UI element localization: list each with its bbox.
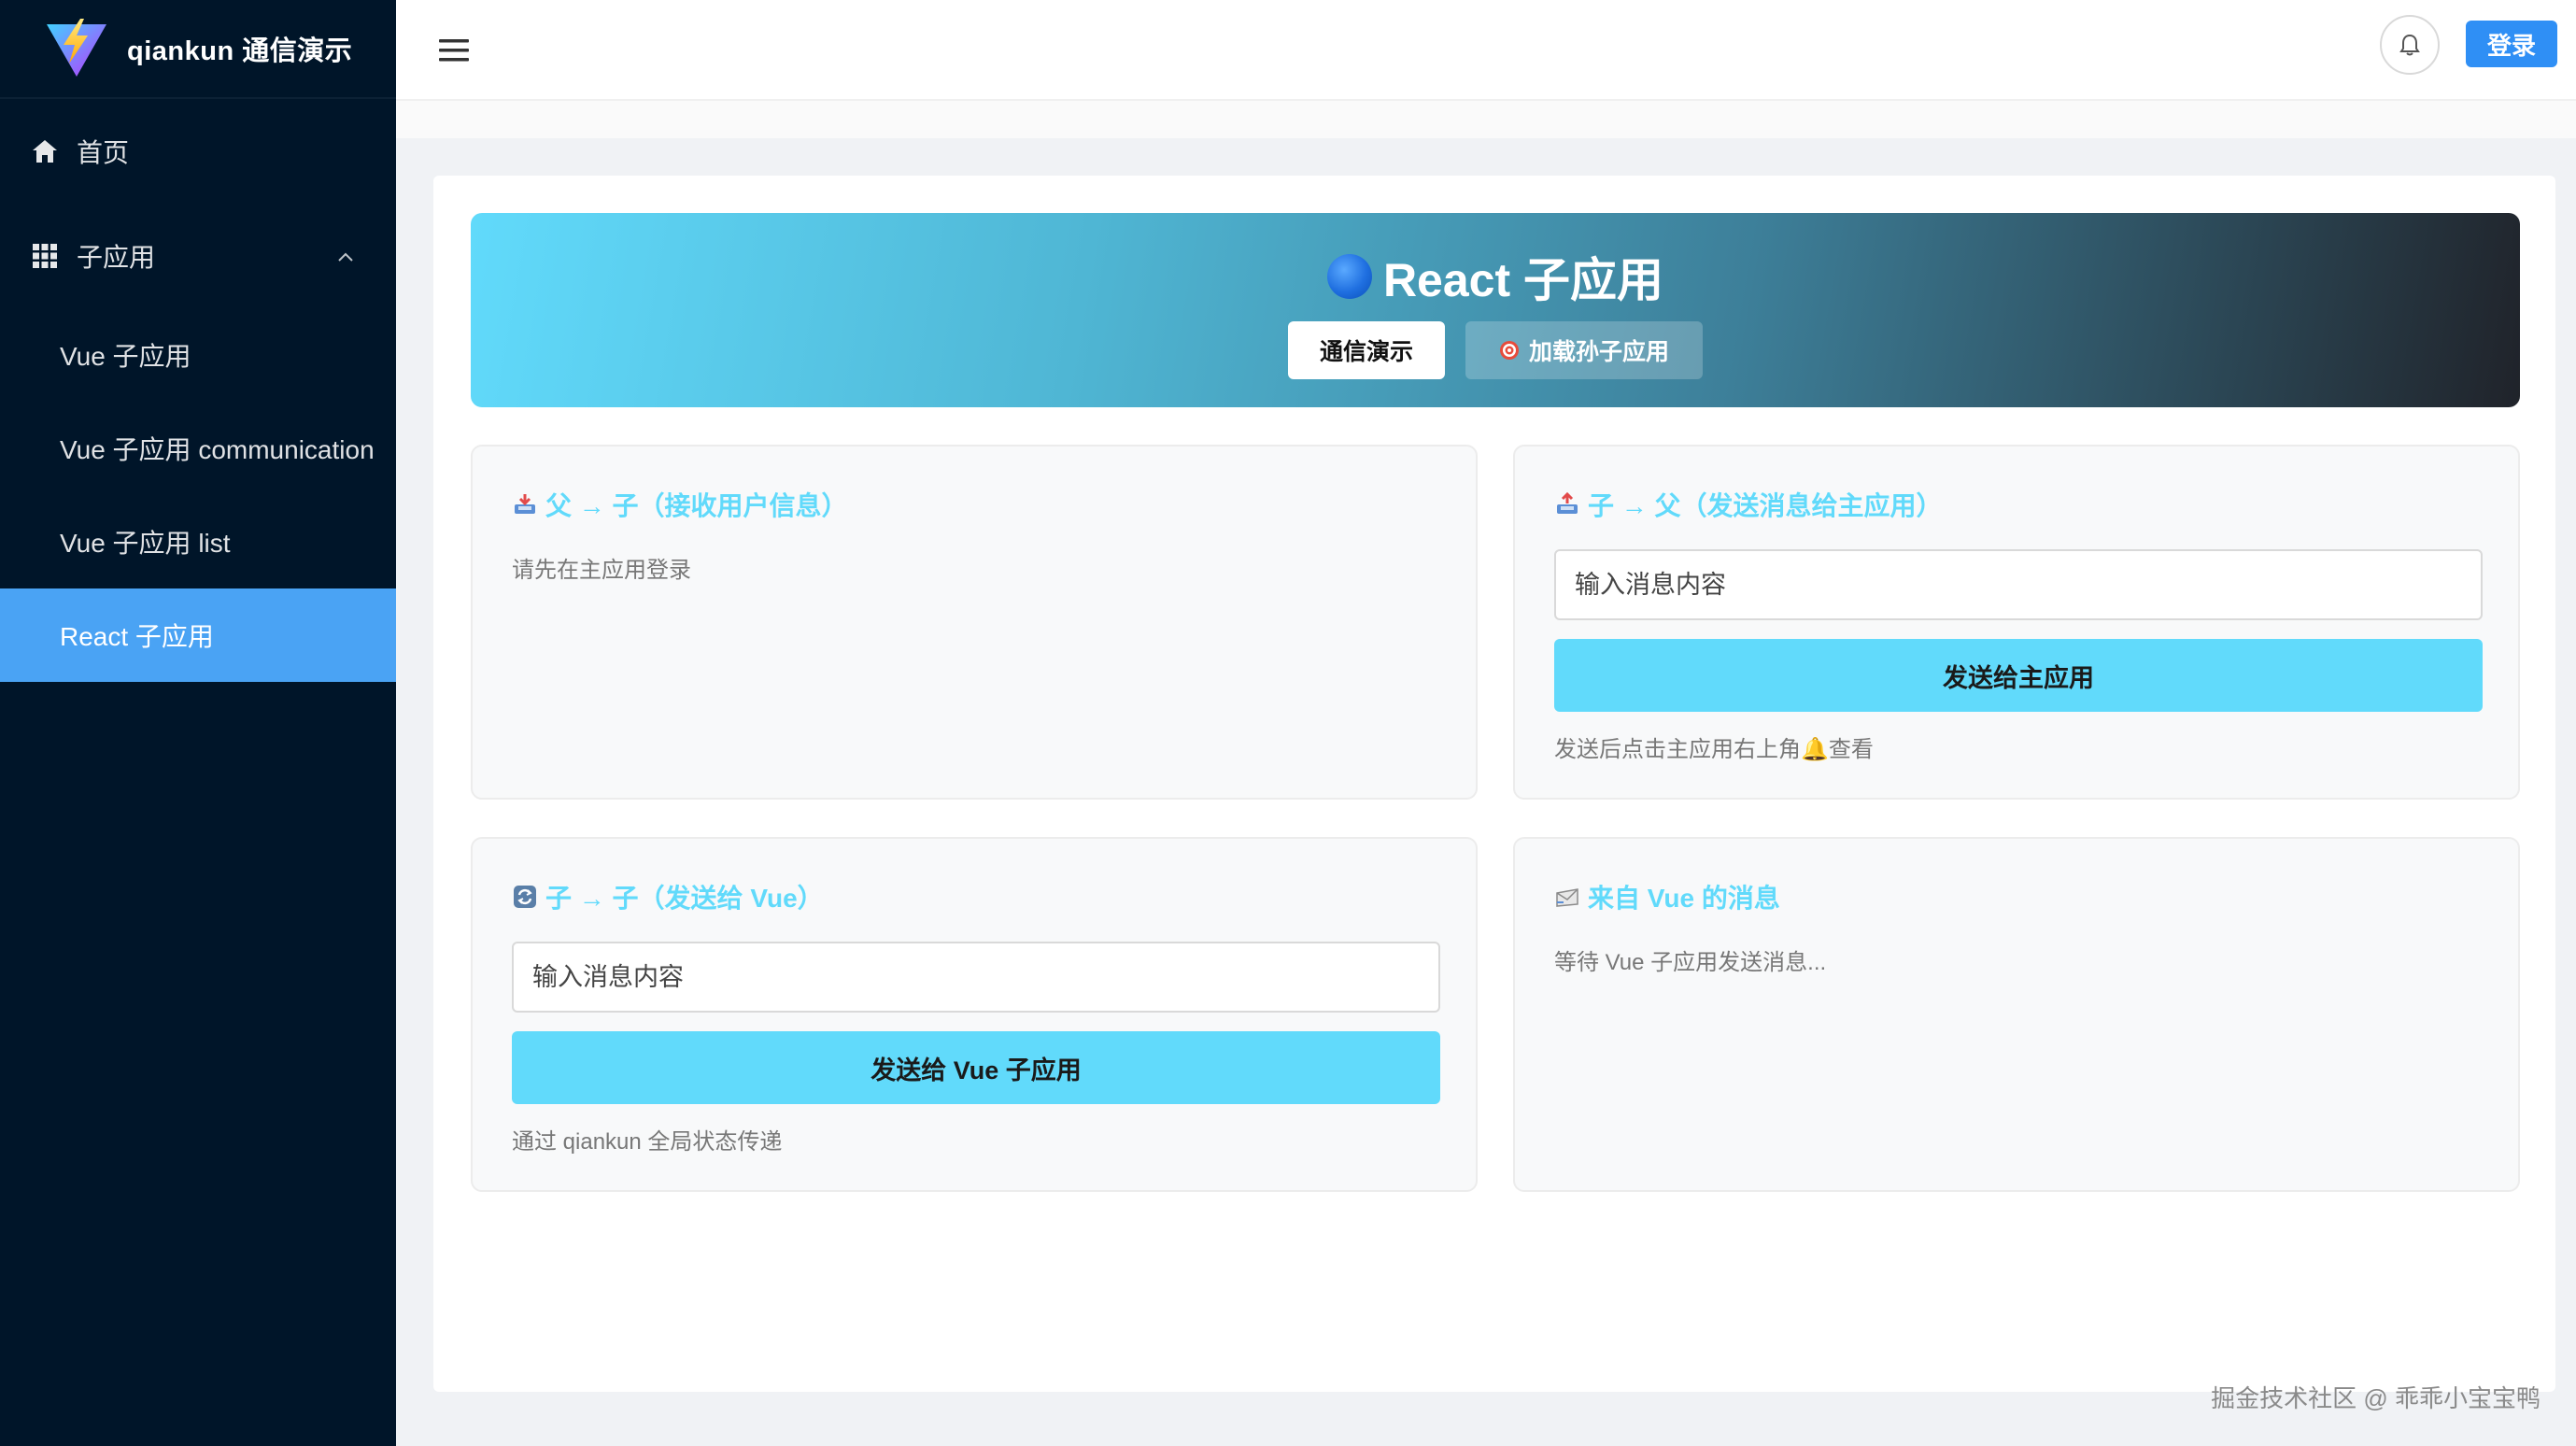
send-to-vue-button[interactable]: 发送给 Vue 子应用 [512,1031,1440,1104]
sidebar-item-vue-communication[interactable]: Vue 子应用 communication [0,402,396,495]
card-child-to-child: 子 → 子（发送给 Vue） 发送给 Vue 子应用 通过 qiankun 全局… [471,837,1478,1192]
menu-home-label: 首页 [77,138,130,167]
message-input-vue[interactable] [512,942,1440,1013]
sidebar-item-vue-list[interactable]: Vue 子应用 list [0,495,396,588]
menu-fold-icon[interactable] [433,30,474,71]
chevron-up-icon [338,252,353,262]
bell-icon [2399,34,2420,56]
grid-icon [33,244,57,268]
brand-title: qiankun 通信演示 [127,36,353,66]
menu-group-label: 子应用 [77,243,156,272]
card-from-vue: 来自 Vue 的消息 等待 Vue 子应用发送消息... [1513,837,2520,1192]
card-parent-to-child: 父 → 子（接收用户信息） 请先在主应用登录 [471,445,1478,800]
login-button[interactable]: 登录 [2466,21,2557,67]
main-content: React 子应用 通信演示 加载孙子应用 父 → 子（接收用户信息） 请先在主… [433,176,2555,1392]
outbox-tray-icon [1557,491,1578,514]
card-title: 来自 Vue 的消息 [1554,878,1780,915]
card-title: 父 → 子（接收用户信息） [512,486,848,523]
load-grandchild-button[interactable]: 加载孙子应用 [1465,321,1703,379]
inbox-tray-icon [515,494,535,514]
send-hint: 发送后点击主应用右上角🔔查看 [1554,737,1874,762]
repeat-icon [514,886,536,908]
send-to-main-button[interactable]: 发送给主应用 [1554,639,2483,712]
watermark: 掘金技术社区 @ 乖乖小宝宝鸭 [2211,1384,2541,1412]
brand[interactable]: qiankun 通信演示 [0,0,396,99]
card-child-to-parent: 子 → 父（发送消息给主应用） 发送给主应用 发送后点击主应用右上角🔔查看 [1513,445,2520,800]
menu-item-home[interactable]: 首页 [0,99,396,204]
page-title: React 子应用 [471,243,2520,310]
sidebar: qiankun 通信演示 首页 子应用 Vue 子应用 Vue 子应用 comm… [0,0,396,1446]
target-icon [1499,341,1519,360]
sidebar-item-label: Vue 子应用 list [60,529,231,558]
login-hint: 请先在主应用登录 [512,558,691,583]
blue-circle-icon [1326,254,1372,299]
home-icon [33,140,57,163]
vite-logo-icon [47,19,106,77]
notification-button[interactable] [2380,15,2440,75]
incoming-envelope-icon [1556,888,1578,907]
sidebar-item-vue[interactable]: Vue 子应用 [0,308,396,402]
sidebar-item-label: React 子应用 [60,622,214,651]
top-header: 登录 [396,0,2576,101]
message-input-parent[interactable] [1554,549,2483,620]
card-title: 子 → 子（发送给 Vue） [512,878,824,915]
react-banner: React 子应用 通信演示 加载孙子应用 [471,213,2520,407]
card-title: 子 → 父（发送消息给主应用） [1554,486,1943,523]
sidebar-item-react[interactable]: React 子应用 [0,588,396,682]
banner-title-text: React 子应用 [1382,254,1664,306]
communication-demo-button[interactable]: 通信演示 [1288,321,1445,379]
menu-group-subapps[interactable]: 子应用 [0,204,396,308]
header-divider [396,101,2576,138]
sidebar-item-label: Vue 子应用 [60,342,191,371]
load-grandchild-label: 加载孙子应用 [1528,339,1669,365]
banner-actions: 通信演示 加载孙子应用 [471,321,2520,379]
sidebar-item-label: Vue 子应用 communication [60,435,375,464]
global-state-hint: 通过 qiankun 全局状态传递 [512,1129,783,1155]
waiting-message: 等待 Vue 子应用发送消息... [1554,950,1827,975]
